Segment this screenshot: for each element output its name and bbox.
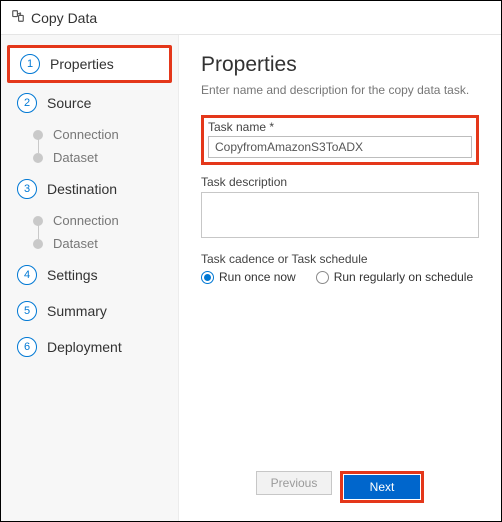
substep-dot-icon bbox=[33, 216, 43, 226]
step-properties[interactable]: 1 Properties bbox=[7, 45, 172, 83]
titlebar: Copy Data bbox=[1, 1, 501, 35]
task-name-input[interactable] bbox=[208, 136, 472, 158]
substep-label: Dataset bbox=[53, 150, 98, 165]
page-subtitle: Enter name and description for the copy … bbox=[201, 83, 479, 97]
step-label: Source bbox=[47, 95, 91, 111]
step-number-icon: 1 bbox=[20, 54, 40, 74]
step-number-icon: 4 bbox=[17, 265, 37, 285]
substep-dot-icon bbox=[33, 239, 43, 249]
step-number-icon: 2 bbox=[17, 93, 37, 113]
task-name-label: Task name * bbox=[208, 120, 472, 134]
step-number-icon: 5 bbox=[17, 301, 37, 321]
step-destination[interactable]: 3 Destination bbox=[7, 173, 172, 205]
previous-button: Previous bbox=[256, 471, 332, 495]
step-label: Properties bbox=[50, 56, 114, 72]
radio-selected-icon bbox=[201, 271, 214, 284]
task-name-highlight: Task name * bbox=[201, 115, 479, 165]
substep-dest-connection[interactable]: Connection bbox=[33, 209, 178, 232]
step-number-icon: 3 bbox=[17, 179, 37, 199]
radio-unselected-icon bbox=[316, 271, 329, 284]
next-button[interactable]: Next bbox=[344, 475, 420, 499]
substep-dot-icon bbox=[33, 153, 43, 163]
step-settings[interactable]: 4 Settings bbox=[7, 259, 172, 291]
main-panel: Properties Enter name and description fo… bbox=[179, 35, 501, 521]
wizard-sidebar: 1 Properties 2 Source Connection Dataset bbox=[1, 35, 179, 521]
substep-source-dataset[interactable]: Dataset bbox=[33, 146, 178, 169]
next-button-highlight: Next bbox=[340, 471, 424, 503]
substep-source-connection[interactable]: Connection bbox=[33, 123, 178, 146]
copy-data-icon bbox=[11, 9, 25, 26]
substep-dot-icon bbox=[33, 130, 43, 140]
step-number-icon: 6 bbox=[17, 337, 37, 357]
task-description-input[interactable] bbox=[201, 192, 479, 238]
task-description-label: Task description bbox=[201, 175, 479, 189]
step-summary[interactable]: 5 Summary bbox=[7, 295, 172, 327]
step-source[interactable]: 2 Source bbox=[7, 87, 172, 119]
step-label: Summary bbox=[47, 303, 107, 319]
substep-label: Dataset bbox=[53, 236, 98, 251]
task-cadence-label: Task cadence or Task schedule bbox=[201, 252, 479, 266]
substep-dest-dataset[interactable]: Dataset bbox=[33, 232, 178, 255]
step-label: Settings bbox=[47, 267, 98, 283]
substep-label: Connection bbox=[53, 127, 119, 142]
title-text: Copy Data bbox=[31, 10, 97, 26]
radio-run-once[interactable]: Run once now bbox=[201, 270, 296, 284]
step-deployment[interactable]: 6 Deployment bbox=[7, 331, 172, 363]
wizard-footer: Previous Next bbox=[201, 465, 479, 513]
page-heading: Properties bbox=[201, 53, 479, 77]
radio-label: Run once now bbox=[219, 270, 296, 284]
step-label: Deployment bbox=[47, 339, 122, 355]
step-label: Destination bbox=[47, 181, 117, 197]
radio-label: Run regularly on schedule bbox=[334, 270, 473, 284]
radio-run-schedule[interactable]: Run regularly on schedule bbox=[316, 270, 473, 284]
substep-label: Connection bbox=[53, 213, 119, 228]
